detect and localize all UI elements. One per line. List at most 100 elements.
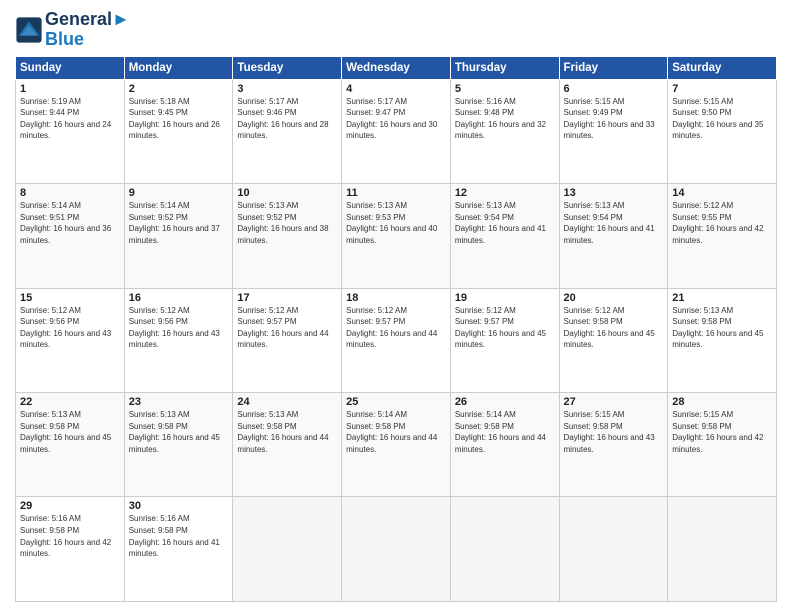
- calendar-cell: 16Sunrise: 5:12 AMSunset: 9:56 PMDayligh…: [124, 288, 233, 392]
- day-number: 15: [20, 292, 120, 304]
- calendar-header-saturday: Saturday: [668, 56, 777, 79]
- calendar-cell: 15Sunrise: 5:12 AMSunset: 9:56 PMDayligh…: [16, 288, 125, 392]
- calendar-cell: 6Sunrise: 5:15 AMSunset: 9:49 PMDaylight…: [559, 79, 668, 183]
- calendar-cell: 4Sunrise: 5:17 AMSunset: 9:47 PMDaylight…: [342, 79, 451, 183]
- day-info: Sunrise: 5:15 AMSunset: 9:50 PMDaylight:…: [672, 96, 772, 142]
- calendar-cell: 8Sunrise: 5:14 AMSunset: 9:51 PMDaylight…: [16, 184, 125, 288]
- calendar-cell: 28Sunrise: 5:15 AMSunset: 9:58 PMDayligh…: [668, 393, 777, 497]
- day-number: 13: [564, 187, 664, 199]
- day-number: 25: [346, 396, 446, 408]
- calendar-cell: 30Sunrise: 5:16 AMSunset: 9:58 PMDayligh…: [124, 497, 233, 602]
- calendar-cell: [342, 497, 451, 602]
- day-number: 5: [455, 83, 555, 95]
- page: General► Blue SundayMondayTuesdayWednesd…: [0, 0, 792, 612]
- calendar-cell: 21Sunrise: 5:13 AMSunset: 9:58 PMDayligh…: [668, 288, 777, 392]
- day-number: 11: [346, 187, 446, 199]
- day-info: Sunrise: 5:12 AMSunset: 9:57 PMDaylight:…: [237, 305, 337, 351]
- calendar-cell: 13Sunrise: 5:13 AMSunset: 9:54 PMDayligh…: [559, 184, 668, 288]
- calendar-cell: 27Sunrise: 5:15 AMSunset: 9:58 PMDayligh…: [559, 393, 668, 497]
- logo-icon: [15, 16, 43, 44]
- calendar-week-1: 1Sunrise: 5:19 AMSunset: 9:44 PMDaylight…: [16, 79, 777, 183]
- day-info: Sunrise: 5:13 AMSunset: 9:54 PMDaylight:…: [455, 200, 555, 246]
- calendar-table: SundayMondayTuesdayWednesdayThursdayFrid…: [15, 56, 777, 602]
- day-info: Sunrise: 5:13 AMSunset: 9:58 PMDaylight:…: [237, 409, 337, 455]
- day-info: Sunrise: 5:13 AMSunset: 9:58 PMDaylight:…: [672, 305, 772, 351]
- calendar-cell: 12Sunrise: 5:13 AMSunset: 9:54 PMDayligh…: [450, 184, 559, 288]
- day-info: Sunrise: 5:12 AMSunset: 9:57 PMDaylight:…: [346, 305, 446, 351]
- day-info: Sunrise: 5:12 AMSunset: 9:55 PMDaylight:…: [672, 200, 772, 246]
- calendar-header-friday: Friday: [559, 56, 668, 79]
- day-info: Sunrise: 5:13 AMSunset: 9:58 PMDaylight:…: [20, 409, 120, 455]
- calendar-cell: 5Sunrise: 5:16 AMSunset: 9:48 PMDaylight…: [450, 79, 559, 183]
- day-info: Sunrise: 5:14 AMSunset: 9:58 PMDaylight:…: [346, 409, 446, 455]
- day-info: Sunrise: 5:17 AMSunset: 9:46 PMDaylight:…: [237, 96, 337, 142]
- day-info: Sunrise: 5:12 AMSunset: 9:56 PMDaylight:…: [20, 305, 120, 351]
- calendar-cell: [668, 497, 777, 602]
- calendar-cell: 20Sunrise: 5:12 AMSunset: 9:58 PMDayligh…: [559, 288, 668, 392]
- day-number: 29: [20, 500, 120, 512]
- day-info: Sunrise: 5:16 AMSunset: 9:58 PMDaylight:…: [20, 513, 120, 559]
- day-info: Sunrise: 5:16 AMSunset: 9:48 PMDaylight:…: [455, 96, 555, 142]
- calendar-body: 1Sunrise: 5:19 AMSunset: 9:44 PMDaylight…: [16, 79, 777, 601]
- calendar-cell: 22Sunrise: 5:13 AMSunset: 9:58 PMDayligh…: [16, 393, 125, 497]
- day-number: 10: [237, 187, 337, 199]
- day-info: Sunrise: 5:15 AMSunset: 9:49 PMDaylight:…: [564, 96, 664, 142]
- day-info: Sunrise: 5:12 AMSunset: 9:56 PMDaylight:…: [129, 305, 229, 351]
- calendar-header-monday: Monday: [124, 56, 233, 79]
- day-number: 6: [564, 83, 664, 95]
- calendar-cell: 19Sunrise: 5:12 AMSunset: 9:57 PMDayligh…: [450, 288, 559, 392]
- calendar-cell: 23Sunrise: 5:13 AMSunset: 9:58 PMDayligh…: [124, 393, 233, 497]
- calendar-header-wednesday: Wednesday: [342, 56, 451, 79]
- day-number: 9: [129, 187, 229, 199]
- day-number: 21: [672, 292, 772, 304]
- calendar-cell: [233, 497, 342, 602]
- calendar-week-3: 15Sunrise: 5:12 AMSunset: 9:56 PMDayligh…: [16, 288, 777, 392]
- day-number: 1: [20, 83, 120, 95]
- calendar-cell: 18Sunrise: 5:12 AMSunset: 9:57 PMDayligh…: [342, 288, 451, 392]
- calendar-cell: 25Sunrise: 5:14 AMSunset: 9:58 PMDayligh…: [342, 393, 451, 497]
- calendar-cell: 1Sunrise: 5:19 AMSunset: 9:44 PMDaylight…: [16, 79, 125, 183]
- day-number: 27: [564, 396, 664, 408]
- calendar-cell: 24Sunrise: 5:13 AMSunset: 9:58 PMDayligh…: [233, 393, 342, 497]
- day-info: Sunrise: 5:14 AMSunset: 9:52 PMDaylight:…: [129, 200, 229, 246]
- calendar-cell: 26Sunrise: 5:14 AMSunset: 9:58 PMDayligh…: [450, 393, 559, 497]
- day-number: 4: [346, 83, 446, 95]
- calendar-cell: 9Sunrise: 5:14 AMSunset: 9:52 PMDaylight…: [124, 184, 233, 288]
- calendar-cell: 2Sunrise: 5:18 AMSunset: 9:45 PMDaylight…: [124, 79, 233, 183]
- calendar-header-sunday: Sunday: [16, 56, 125, 79]
- calendar-cell: 11Sunrise: 5:13 AMSunset: 9:53 PMDayligh…: [342, 184, 451, 288]
- day-info: Sunrise: 5:17 AMSunset: 9:47 PMDaylight:…: [346, 96, 446, 142]
- calendar-week-2: 8Sunrise: 5:14 AMSunset: 9:51 PMDaylight…: [16, 184, 777, 288]
- day-number: 2: [129, 83, 229, 95]
- day-info: Sunrise: 5:14 AMSunset: 9:58 PMDaylight:…: [455, 409, 555, 455]
- day-number: 30: [129, 500, 229, 512]
- header: General► Blue: [15, 10, 777, 50]
- day-number: 3: [237, 83, 337, 95]
- calendar-cell: 10Sunrise: 5:13 AMSunset: 9:52 PMDayligh…: [233, 184, 342, 288]
- calendar-cell: 3Sunrise: 5:17 AMSunset: 9:46 PMDaylight…: [233, 79, 342, 183]
- day-number: 22: [20, 396, 120, 408]
- calendar-week-5: 29Sunrise: 5:16 AMSunset: 9:58 PMDayligh…: [16, 497, 777, 602]
- calendar-cell: 29Sunrise: 5:16 AMSunset: 9:58 PMDayligh…: [16, 497, 125, 602]
- day-number: 12: [455, 187, 555, 199]
- calendar-cell: [450, 497, 559, 602]
- calendar-cell: [559, 497, 668, 602]
- day-info: Sunrise: 5:15 AMSunset: 9:58 PMDaylight:…: [564, 409, 664, 455]
- day-info: Sunrise: 5:13 AMSunset: 9:54 PMDaylight:…: [564, 200, 664, 246]
- day-info: Sunrise: 5:16 AMSunset: 9:58 PMDaylight:…: [129, 513, 229, 559]
- calendar-cell: 7Sunrise: 5:15 AMSunset: 9:50 PMDaylight…: [668, 79, 777, 183]
- day-number: 8: [20, 187, 120, 199]
- calendar-header-thursday: Thursday: [450, 56, 559, 79]
- day-number: 14: [672, 187, 772, 199]
- day-number: 26: [455, 396, 555, 408]
- day-info: Sunrise: 5:13 AMSunset: 9:53 PMDaylight:…: [346, 200, 446, 246]
- calendar-header-tuesday: Tuesday: [233, 56, 342, 79]
- day-number: 18: [346, 292, 446, 304]
- day-info: Sunrise: 5:13 AMSunset: 9:58 PMDaylight:…: [129, 409, 229, 455]
- day-info: Sunrise: 5:19 AMSunset: 9:44 PMDaylight:…: [20, 96, 120, 142]
- day-info: Sunrise: 5:18 AMSunset: 9:45 PMDaylight:…: [129, 96, 229, 142]
- day-number: 23: [129, 396, 229, 408]
- day-info: Sunrise: 5:12 AMSunset: 9:58 PMDaylight:…: [564, 305, 664, 351]
- day-info: Sunrise: 5:13 AMSunset: 9:52 PMDaylight:…: [237, 200, 337, 246]
- calendar-week-4: 22Sunrise: 5:13 AMSunset: 9:58 PMDayligh…: [16, 393, 777, 497]
